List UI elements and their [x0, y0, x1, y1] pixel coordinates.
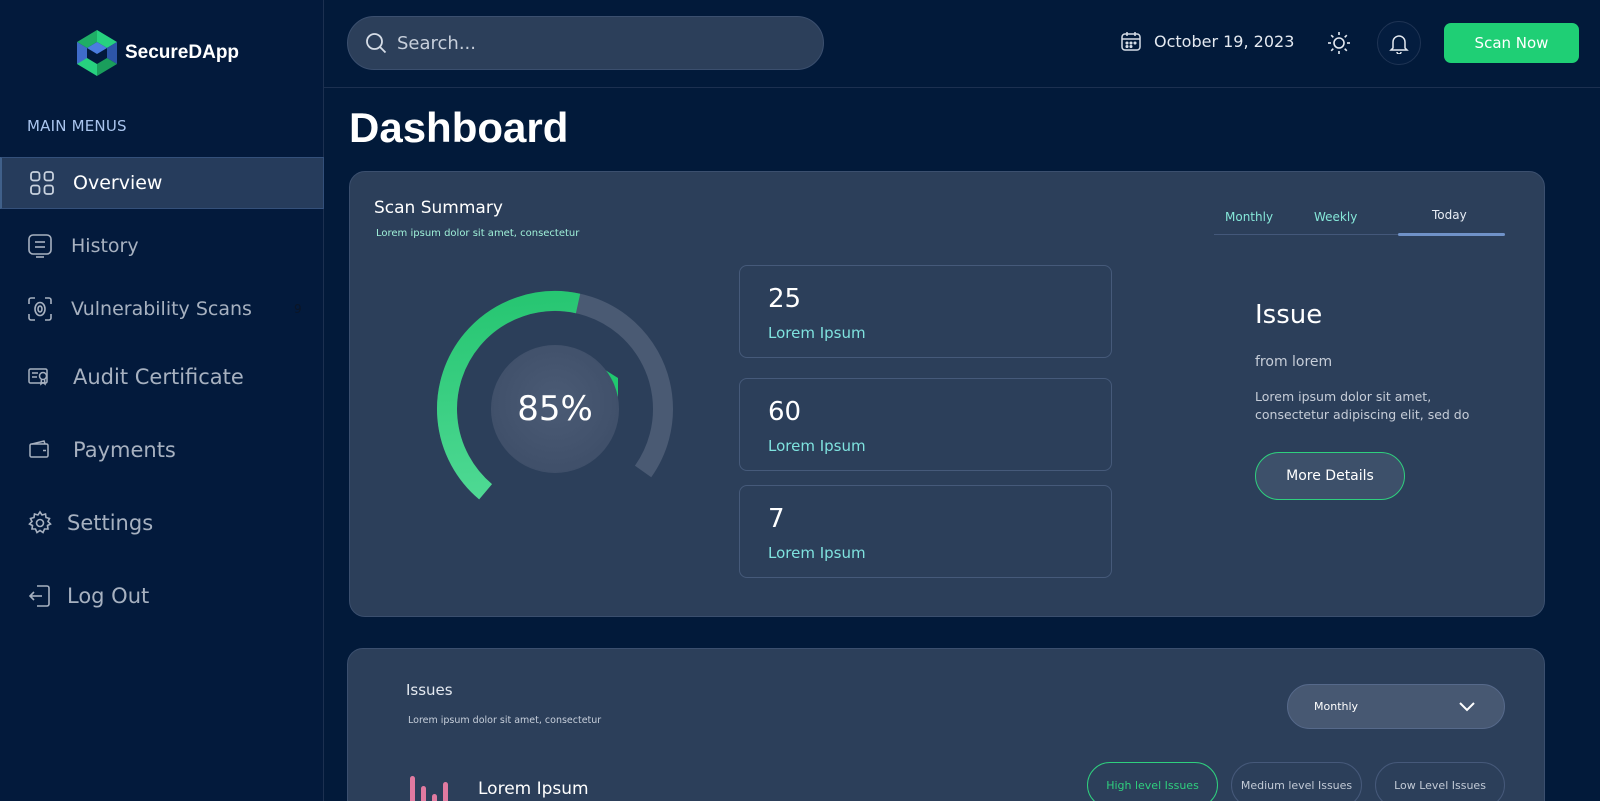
stat-label: Lorem Ipsum [768, 437, 866, 455]
issue-title: Issue [1255, 300, 1323, 330]
sidebar-item-vulnerability-scans[interactable]: Vulnerability Scans 9 [0, 283, 324, 335]
filter-medium-issues[interactable]: Medium level Issues [1231, 762, 1362, 801]
search-icon [366, 33, 387, 54]
sidebar-item-label: Log Out [67, 584, 150, 608]
tab-underline [1398, 233, 1505, 236]
gear-icon [27, 510, 53, 536]
date-text: October 19, 2023 [1154, 31, 1295, 51]
scan-count-badge: 9 [293, 302, 302, 316]
sidebar-item-label: Audit Certificate [73, 365, 244, 389]
sidebar-item-audit-certificate[interactable]: Audit Certificate [0, 351, 324, 403]
bell-icon [1389, 35, 1409, 54]
sidebar: SecureDApp MAIN MENUS Overview History V… [0, 0, 324, 801]
logout-icon [27, 583, 53, 609]
calendar-icon [1121, 32, 1141, 51]
sidebar-item-label: Settings [67, 511, 154, 535]
grid-icon [29, 170, 55, 196]
scan-icon [27, 296, 53, 322]
sidebar-item-logout[interactable]: Log Out [0, 570, 324, 622]
history-icon [27, 233, 53, 259]
filter-low-issues[interactable]: Low Level Issues [1375, 762, 1505, 801]
tab-weekly[interactable]: Weekly [1314, 210, 1357, 224]
menu-heading: MAIN MENUS [27, 117, 127, 135]
sidebar-item-label: Vulnerability Scans [71, 298, 252, 320]
card-title: Scan Summary [374, 198, 503, 218]
sidebar-item-payments[interactable]: Payments [0, 424, 324, 476]
theme-toggle-icon[interactable] [1326, 30, 1352, 56]
period-dropdown[interactable]: Monthly [1287, 684, 1505, 729]
sidebar-item-label: Payments [73, 438, 176, 462]
wallet-icon [27, 437, 53, 463]
search-box[interactable] [347, 16, 824, 70]
stat-card: 25 Lorem Ipsum [739, 265, 1112, 358]
issue-source: from lorem [1255, 354, 1333, 370]
certificate-icon [27, 364, 53, 390]
sidebar-item-history[interactable]: History [0, 220, 324, 272]
date-display: October 19, 2023 [1120, 30, 1294, 52]
sidebar-item-overview[interactable]: Overview [0, 157, 324, 209]
tab-today[interactable]: Today [1432, 208, 1467, 222]
stat-value: 7 [768, 504, 785, 534]
topbar: October 19, 2023 Scan Now [324, 0, 1600, 88]
stat-label: Lorem Ipsum [768, 324, 866, 342]
issue-row-label: Lorem Ipsum [478, 779, 589, 799]
stat-value: 25 [768, 284, 802, 314]
sidebar-item-label: History [71, 235, 139, 257]
notifications-button[interactable] [1377, 21, 1421, 65]
app-logo[interactable]: SecureDApp [73, 30, 239, 76]
period-tabs: Monthly Weekly Today [1214, 202, 1505, 236]
sidebar-item-settings[interactable]: Settings [0, 497, 324, 549]
issues-title: Issues [406, 681, 453, 699]
gauge-percent: 85% [517, 389, 593, 429]
more-details-button[interactable]: More Details [1255, 452, 1405, 500]
dropdown-value: Monthly [1314, 700, 1359, 713]
logo-icon [77, 30, 117, 76]
bar-chart-icon [410, 776, 448, 801]
card-subtitle: Lorem ipsum dolor sit amet, consectetur [376, 228, 580, 239]
scan-now-button[interactable]: Scan Now [1444, 23, 1579, 63]
stat-card: 60 Lorem Ipsum [739, 378, 1112, 471]
issues-subtitle: Lorem ipsum dolor sit amet, consectetur [408, 715, 602, 726]
filter-high-issues[interactable]: High level Issues [1087, 762, 1218, 801]
stat-label: Lorem Ipsum [768, 544, 866, 562]
stat-value: 60 [768, 397, 802, 427]
chevron-down-icon [1459, 702, 1475, 712]
page-title: Dashboard [349, 104, 569, 151]
scan-summary-card: Scan Summary Lorem ipsum dolor sit amet,… [349, 171, 1545, 617]
search-input[interactable] [397, 32, 797, 54]
sidebar-item-label: Overview [73, 172, 163, 194]
stat-card: 7 Lorem Ipsum [739, 485, 1112, 578]
issue-description: Lorem ipsum dolor sit amet, consectetur … [1255, 389, 1470, 422]
app-name: SecureDApp [125, 42, 240, 63]
tab-monthly[interactable]: Monthly [1225, 210, 1273, 224]
issues-card: Issues Lorem ipsum dolor sit amet, conse… [347, 648, 1545, 801]
